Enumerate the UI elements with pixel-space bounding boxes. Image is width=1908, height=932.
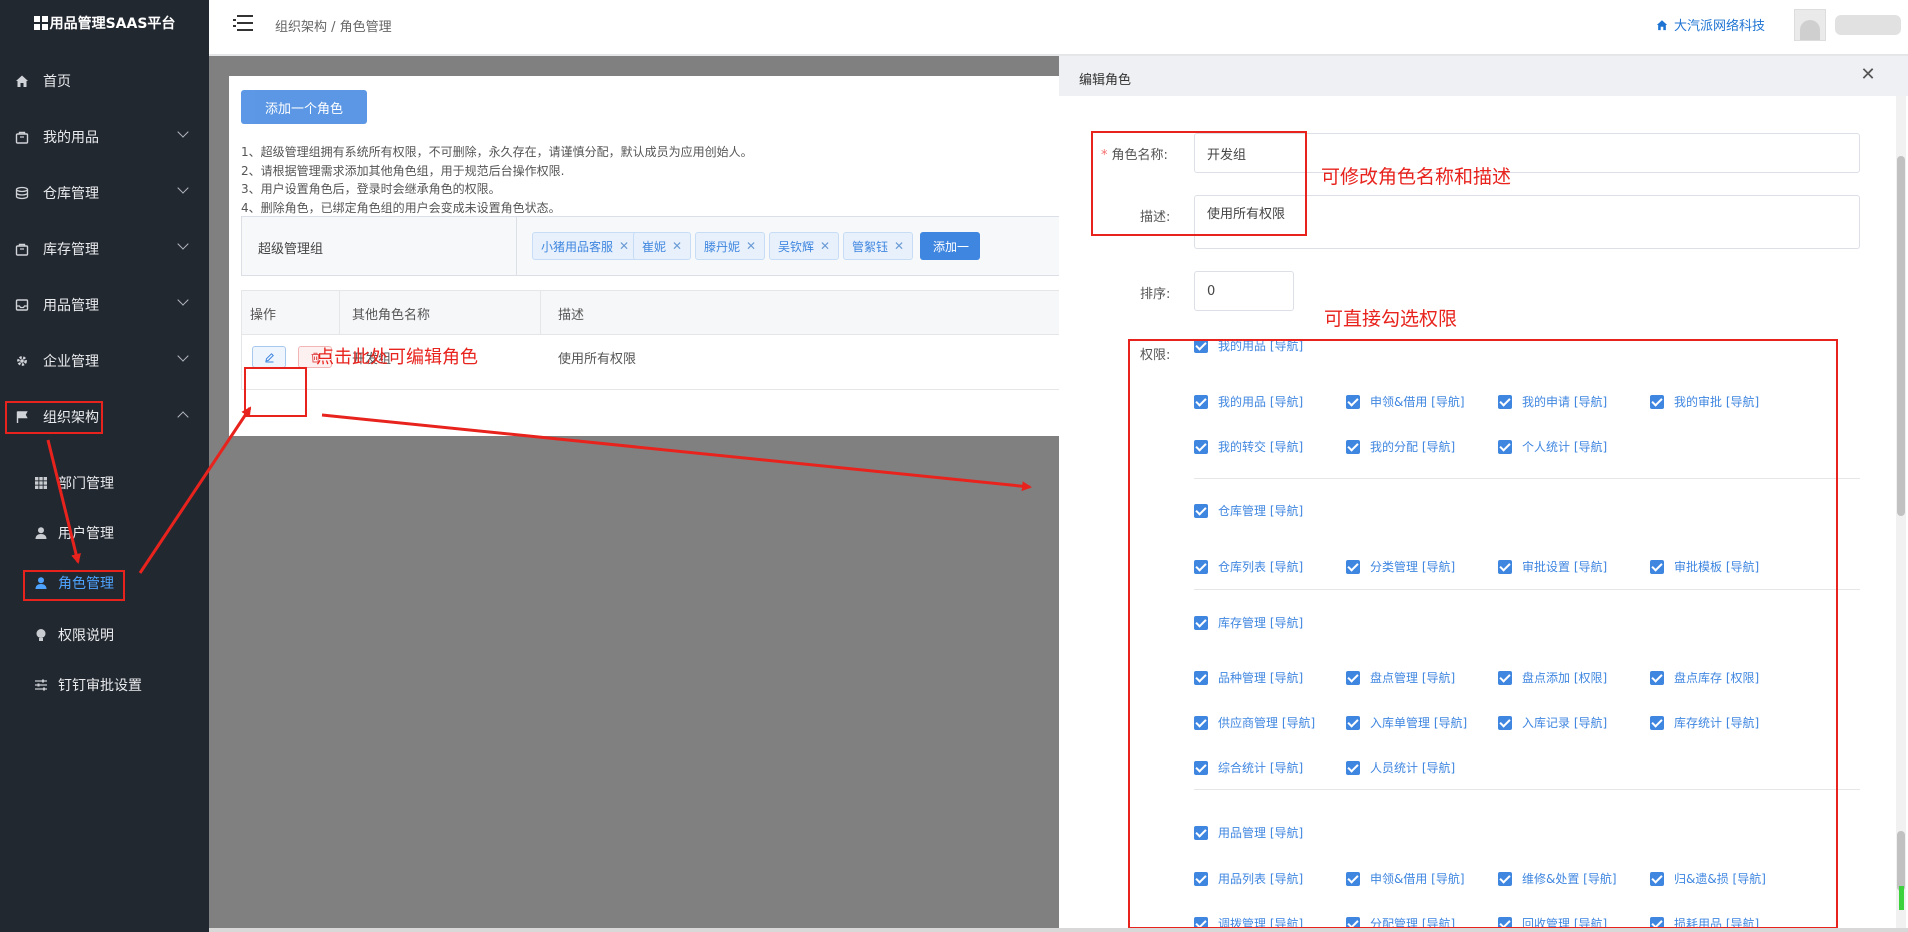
chevron-down-icon: [177, 350, 189, 362]
edit-button[interactable]: [252, 346, 286, 368]
gear-icon: [14, 354, 30, 368]
note-line: 2、请根据管理需求添加其他角色组，用于规范后台操作权限.: [241, 163, 565, 178]
inbox-icon: [14, 298, 30, 312]
chevron-up-icon: [177, 411, 189, 423]
top-bar: 组织架构 / 角色管理 大汽派网络科技: [209, 0, 1908, 55]
sidebar-subitem-department[interactable]: 部门管理: [0, 458, 209, 508]
highlight-box: [1091, 131, 1307, 236]
app-title: 用品管理SAAS平台: [49, 16, 176, 32]
sidebar-item-label: 首页: [43, 74, 71, 90]
highlight-box: [244, 367, 307, 417]
sidebar-subitem-dingtalk-approval[interactable]: 钉钉审批设置: [0, 660, 209, 710]
edit-icon: [264, 352, 274, 362]
super-admin-group: 超级管理组 小猪用品客服 ✕ 崔妮 ✕ 滕丹妮 ✕ 吴钦辉 ✕ 管絮钰 ✕ 添加一: [241, 216, 1079, 276]
note-line: 4、删除角色，已绑定角色组的用户会变成未设置角色状态。: [241, 200, 561, 215]
member-tag[interactable]: 吴钦辉 ✕: [769, 232, 840, 260]
home-icon: [14, 74, 30, 88]
sidebar: 用品管理SAAS平台 首页 我的用品 仓库管理 库存管理 用品管理 企业管理 组…: [0, 0, 209, 932]
member-name: 管絮钰: [852, 239, 889, 254]
table-cell-description: 使用所有权限: [558, 352, 637, 367]
roles-table: 操作 其他角色名称 描述 开发组 使用所有权限: [241, 290, 1080, 390]
annotation-select-permissions: 可直接勾选权限: [1324, 308, 1458, 330]
note-line: 1、超级管理组拥有系统所有权限，不可删除，永久存在，请谨慎分配，默认成员为应用创…: [241, 145, 753, 159]
member-tag[interactable]: 小猪用品客服 ✕: [532, 232, 639, 260]
sidebar-item-enterprise[interactable]: 企业管理: [0, 333, 209, 389]
member-name: 小猪用品客服: [541, 239, 614, 254]
col-header-role-name: 其他角色名称: [352, 308, 431, 323]
avatar[interactable]: [1794, 9, 1826, 41]
chevron-down-icon: [177, 294, 189, 306]
sidebar-item-my-supplies[interactable]: 我的用品: [0, 109, 209, 165]
bulb-icon: [33, 628, 49, 642]
sidebar-item-label: 仓库管理: [43, 186, 99, 202]
col-header-actions: 操作: [250, 308, 277, 323]
sidebar-item-label: 库存管理: [43, 242, 99, 258]
super-group-label: 超级管理组: [258, 242, 324, 257]
highlight-box: [23, 570, 125, 601]
annotation-click-edit: 点击此处可编辑角色: [316, 347, 478, 368]
member-name: 吴钦辉: [778, 239, 815, 254]
username-blurred[interactable]: [1835, 15, 1901, 35]
grid-icon: [33, 476, 49, 490]
highlight-box: [5, 401, 103, 434]
sidebar-subitem-users[interactable]: 用户管理: [0, 508, 209, 558]
sidebar-subitem-label: 用户管理: [58, 526, 114, 542]
sidebar-subitem-permission-help[interactable]: 权限说明: [0, 610, 209, 660]
user-icon: [33, 526, 49, 540]
sidebar-item-label: 我的用品: [43, 130, 99, 146]
close-icon[interactable]: ✕: [820, 239, 830, 253]
sidebar-subitem-label: 权限说明: [58, 628, 114, 644]
member-tag[interactable]: 管絮钰 ✕: [843, 232, 914, 260]
col-header-description: 描述: [558, 308, 585, 323]
close-icon[interactable]: ✕: [894, 239, 904, 253]
chevron-down-icon: [177, 126, 189, 138]
bag-icon: [14, 130, 30, 144]
sliders-icon: [33, 678, 49, 692]
member-name: 滕丹妮: [704, 239, 741, 254]
member-tag[interactable]: 滕丹妮 ✕: [695, 232, 766, 260]
grid-logo-icon: [33, 16, 48, 30]
note-line: 3、用户设置角色后，登录时会继承角色的权限。: [241, 182, 501, 196]
home-icon: [1656, 19, 1668, 31]
sidebar-item-label: 企业管理: [43, 354, 99, 370]
role-card: 添加一个角色 1、超级管理组拥有系统所有权限，不可删除，永久存在，请谨慎分配，默…: [229, 76, 1080, 436]
notes: 1、超级管理组拥有系统所有权限，不可删除，永久存在，请谨慎分配，默认成员为应用创…: [241, 143, 753, 217]
chevron-down-icon: [177, 182, 189, 194]
chevron-down-icon: [177, 238, 189, 250]
breadcrumb: 组织架构 / 角色管理: [275, 20, 392, 35]
sidebar-item-warehouse[interactable]: 仓库管理: [0, 165, 209, 221]
company-link[interactable]: 大汽派网络科技: [1656, 15, 1765, 34]
member-tag[interactable]: 崔妮 ✕: [633, 232, 692, 260]
close-icon[interactable]: ✕: [672, 239, 682, 253]
sidebar-item-supplies[interactable]: 用品管理: [0, 277, 209, 333]
sidebar-item-home[interactable]: 首页: [0, 53, 209, 109]
add-member-button[interactable]: 添加一: [920, 232, 980, 260]
sidebar-item-inventory[interactable]: 库存管理: [0, 221, 209, 277]
company-name: 大汽派网络科技: [1673, 19, 1765, 34]
highlight-box: [1128, 339, 1838, 929]
menu-toggle-icon[interactable]: [233, 15, 253, 31]
column-divider: [540, 291, 541, 335]
page-bottom: [209, 928, 1908, 932]
sidebar-subitem-label: 部门管理: [58, 476, 114, 492]
sidebar-subitem-label: 钉钉审批设置: [58, 678, 142, 694]
annotation-modify-name: 可修改角色名称和描述: [1321, 166, 1512, 188]
divider: [516, 217, 517, 275]
column-divider: [339, 291, 340, 335]
close-icon[interactable]: ✕: [746, 239, 756, 253]
member-name: 崔妮: [642, 239, 667, 254]
add-role-button[interactable]: 添加一个角色: [241, 90, 367, 124]
sidebar-item-label: 用品管理: [43, 298, 99, 314]
bag-icon: [14, 242, 30, 256]
app-logo[interactable]: 用品管理SAAS平台: [0, 0, 209, 46]
close-icon[interactable]: ✕: [619, 239, 629, 253]
database-icon: [14, 186, 30, 200]
